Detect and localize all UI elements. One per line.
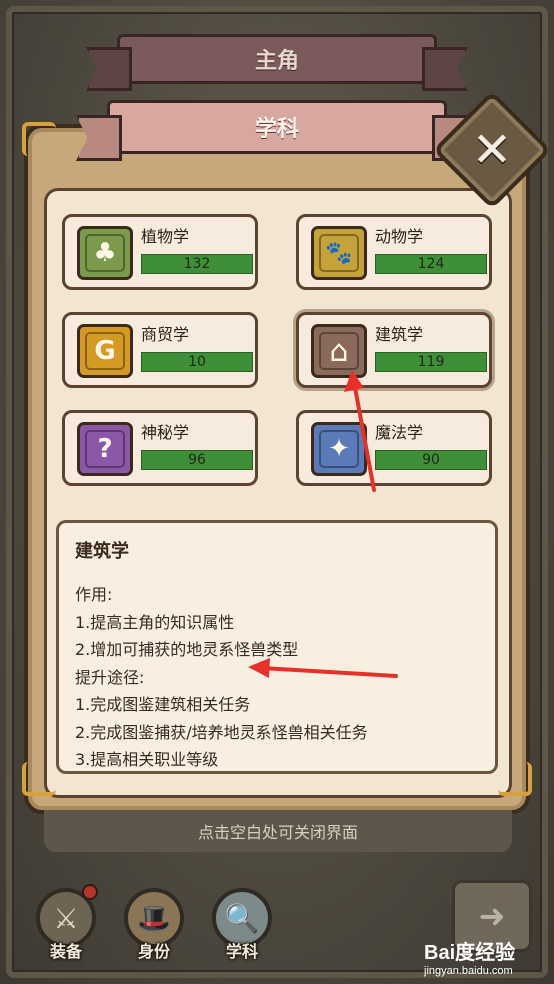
subject-name: 建筑学 (375, 325, 424, 344)
close-hint-text: 点击空白处可关闭界面 (197, 823, 358, 842)
subject-name: 神秘学 (141, 423, 190, 442)
description-line: 作用: (75, 585, 113, 604)
tab-protagonist[interactable]: 主角 (117, 34, 437, 84)
subject-name: 动物学 (375, 227, 424, 246)
watermark-url: jingyan.baidu.com (424, 965, 513, 977)
magic-book-icon: ✦ (311, 422, 367, 476)
subject-value-bar: 96 (141, 450, 253, 470)
subject-description-box: 建筑学 作用: 1.提高主角的知识属性 2.增加可捕获的地灵系怪兽类型 提升途径… (56, 520, 498, 774)
subject-card-occult[interactable]: ? 神秘学 96 (62, 410, 258, 486)
subject-value-bar: 119 (375, 352, 487, 372)
nav-equipment[interactable]: ⚔ 装备 (30, 882, 102, 962)
subject-card-botany[interactable]: ♣ 植物学 132 (62, 214, 258, 290)
baidu-watermark: Bai度经验 jingyan.baidu.com (424, 936, 515, 977)
potion-icon: ? (77, 422, 133, 476)
notification-badge (82, 884, 98, 900)
description-line: 3.提高相关职业等级 (75, 750, 219, 769)
house-icon: ⌂ (311, 324, 367, 378)
arrow-right-icon: ➜ (478, 897, 506, 935)
nav-subjects[interactable]: 🔍 学科 (206, 882, 278, 962)
tab-protagonist-label: 主角 (254, 49, 299, 74)
subject-name: 植物学 (141, 227, 190, 246)
subject-card-architecture[interactable]: ⌂ 建筑学 119 (296, 312, 492, 388)
subject-card-commerce[interactable]: G 商贸学 10 (62, 312, 258, 388)
corner-ornament (498, 762, 532, 796)
subject-value-bar: 90 (375, 450, 487, 470)
watermark-brand: Bai度经验 (424, 942, 516, 964)
description-line: 1.完成图鉴建筑相关任务 (75, 695, 251, 714)
subject-card-zoology[interactable]: 🐾 动物学 124 (296, 214, 492, 290)
corner-ornament (22, 122, 56, 156)
paw-icon: 🐾 (311, 226, 367, 280)
description-line: 2.完成图鉴捕获/培养地灵系怪兽相关任务 (75, 722, 368, 742)
subject-value-bar: 132 (141, 254, 253, 274)
description-line: 2.增加可捕获的地灵系怪兽类型 (75, 640, 299, 659)
nav-identity[interactable]: 🎩 身份 (118, 882, 190, 962)
subject-value-bar: 10 (141, 352, 253, 372)
subject-card-magic[interactable]: ✦ 魔法学 90 (296, 410, 492, 486)
nav-equipment-label: 装备 (49, 942, 82, 961)
tab-subjects[interactable]: 学科 (107, 100, 447, 154)
description-title: 建筑学 (75, 541, 129, 562)
money-bag-icon: G (77, 324, 133, 378)
subject-name: 魔法学 (375, 423, 424, 442)
tab-subjects-label: 学科 (254, 117, 299, 142)
description-line: 提升途径: (75, 667, 145, 687)
close-icon[interactable]: ✕ (450, 108, 534, 192)
close-hint[interactable]: 点击空白处可关闭界面 (44, 810, 512, 852)
description-line: 1.提高主角的知识属性 (75, 612, 235, 632)
nav-identity-label: 身份 (137, 942, 170, 961)
leaf-icon: ♣ (77, 226, 133, 280)
subject-value-bar: 124 (375, 254, 487, 274)
nav-subjects-label: 学科 (225, 942, 258, 961)
corner-ornament (22, 762, 56, 796)
subject-name: 商贸学 (141, 325, 190, 344)
